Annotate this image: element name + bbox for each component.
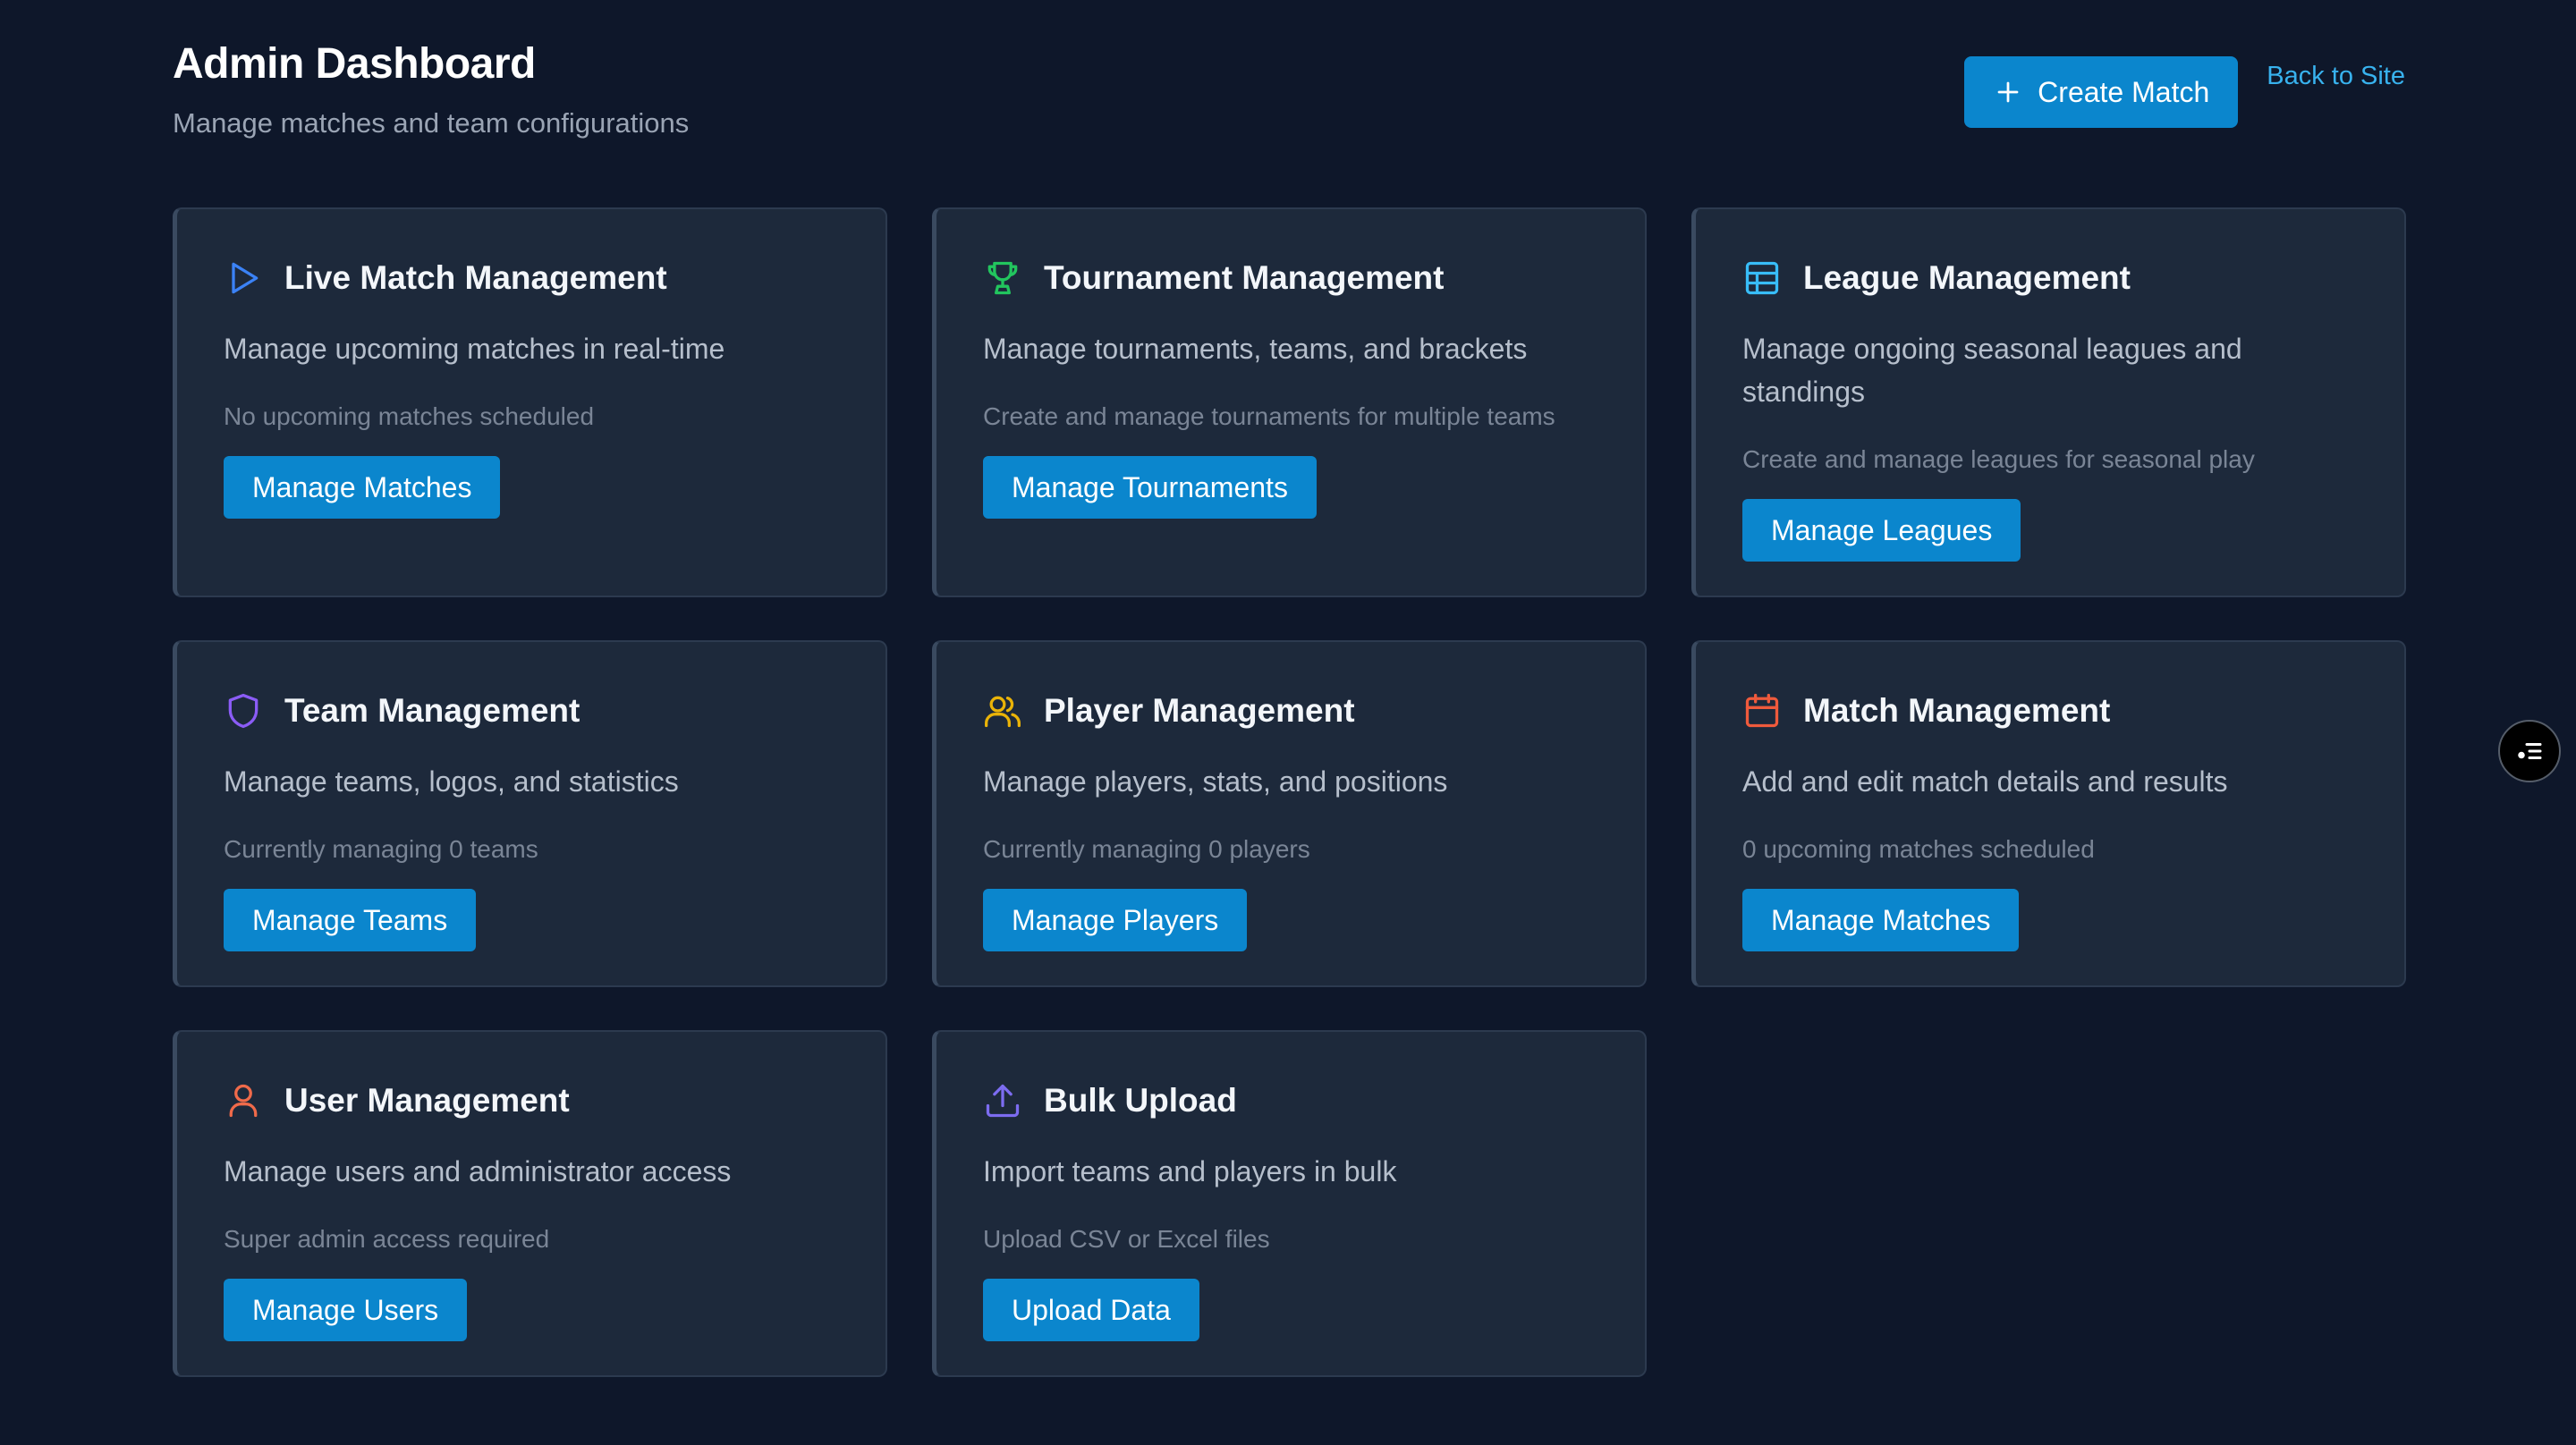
card-description: Manage players, stats, and positions bbox=[983, 765, 1448, 798]
card-description: Manage teams, logos, and statistics bbox=[224, 765, 679, 798]
shield-icon bbox=[228, 693, 258, 729]
card-header: Bulk Upload bbox=[983, 1078, 1598, 1123]
header-actions: Create Match Back to Site bbox=[1964, 56, 2405, 128]
toolbar-toggle-icon bbox=[2518, 743, 2542, 759]
manage-teams-button[interactable]: Manage Teams bbox=[224, 889, 477, 951]
manage-leagues-button[interactable]: Manage Leagues bbox=[1742, 499, 2021, 562]
manage-tournaments-button[interactable]: Manage Tournaments bbox=[983, 456, 1317, 519]
card-description: Manage ongoing seasonal leagues and stan… bbox=[1742, 333, 2242, 408]
table-icon bbox=[1745, 261, 1779, 295]
card-title: Bulk Upload bbox=[1044, 1082, 1237, 1119]
card-title: Tournament Management bbox=[1044, 259, 1445, 296]
card-description: Manage users and administrator access bbox=[224, 1155, 732, 1187]
manage-matches-button[interactable]: Manage Matches bbox=[1742, 889, 2020, 951]
manage-players-button[interactable]: Manage Players bbox=[983, 889, 1248, 951]
card-note: No upcoming matches scheduled bbox=[224, 402, 595, 430]
card-team-management: Team Management Manage teams, logos, and… bbox=[173, 640, 887, 987]
card-header: User Management bbox=[224, 1078, 839, 1123]
manage-users-button[interactable]: Manage Users bbox=[224, 1279, 468, 1341]
card-bulk-upload: Bulk Upload Import teams and players in … bbox=[932, 1030, 1647, 1377]
card-header: Live Match Management bbox=[224, 256, 839, 300]
card-title: Team Management bbox=[284, 692, 580, 729]
upload-data-button[interactable]: Upload Data bbox=[983, 1279, 1199, 1341]
card-header: Match Management bbox=[1742, 689, 2358, 733]
card-header: Team Management bbox=[224, 689, 839, 733]
card-match-management: Match Management Add and edit match deta… bbox=[1691, 640, 2406, 987]
users-icon bbox=[985, 696, 1021, 728]
card-note: Upload CSV or Excel files bbox=[983, 1225, 1270, 1253]
card-description: Manage tournaments, teams, and brackets bbox=[983, 333, 1528, 365]
card-description: Manage upcoming matches in real-time bbox=[224, 333, 725, 365]
card-league-management: League Management Manage ongoing seasona… bbox=[1691, 207, 2406, 597]
card-note: 0 upcoming matches scheduled bbox=[1742, 835, 2095, 863]
user-icon bbox=[229, 1084, 258, 1118]
floating-toolbar-button[interactable] bbox=[2498, 720, 2561, 782]
card-title: User Management bbox=[284, 1082, 570, 1119]
card-note: Currently managing 0 teams bbox=[224, 835, 538, 863]
card-title: Player Management bbox=[1044, 692, 1355, 729]
card-tournament-management: Tournament Management Manage tournaments… bbox=[932, 207, 1647, 597]
card-header: Tournament Management bbox=[983, 256, 1598, 300]
manage-matches-button[interactable]: Manage Matches bbox=[224, 456, 501, 519]
card-header: League Management bbox=[1742, 256, 2358, 300]
card-header: Player Management bbox=[983, 689, 1598, 733]
card-title: Live Match Management bbox=[284, 259, 667, 296]
card-description: Import teams and players in bulk bbox=[983, 1155, 1397, 1187]
card-note: Currently managing 0 players bbox=[983, 835, 1310, 863]
create-match-label: Create Match bbox=[2038, 75, 2210, 108]
card-note: Super admin access required bbox=[224, 1225, 550, 1253]
card-description: Add and edit match details and results bbox=[1742, 765, 2228, 798]
card-user-management: User Management Manage users and adminis… bbox=[173, 1030, 887, 1377]
card-note: Create and manage leagues for seasonal p… bbox=[1742, 445, 2255, 473]
card-note: Create and manage tournaments for multip… bbox=[983, 402, 1555, 430]
management-grid: Live Match Management Manage upcoming ma… bbox=[173, 207, 2406, 1377]
calendar-icon bbox=[1745, 693, 1779, 728]
create-match-button[interactable]: Create Match bbox=[1964, 56, 2239, 128]
play-icon bbox=[232, 262, 258, 294]
plus-icon bbox=[1997, 81, 2019, 103]
card-player-management: Player Management Manage players, stats,… bbox=[932, 640, 1647, 987]
card-title: League Management bbox=[1803, 259, 2131, 296]
card-live-match-management: Live Match Management Manage upcoming ma… bbox=[173, 207, 887, 597]
card-title: Match Management bbox=[1803, 692, 2111, 729]
trophy-icon bbox=[987, 261, 1018, 295]
back-to-site-link[interactable]: Back to Site bbox=[2267, 62, 2405, 91]
admin-dashboard-page: Admin Dashboard Manage matches and team … bbox=[0, 0, 2576, 1445]
upload-icon bbox=[986, 1084, 1020, 1118]
page-header: Admin Dashboard Manage matches and team … bbox=[173, 36, 2405, 161]
